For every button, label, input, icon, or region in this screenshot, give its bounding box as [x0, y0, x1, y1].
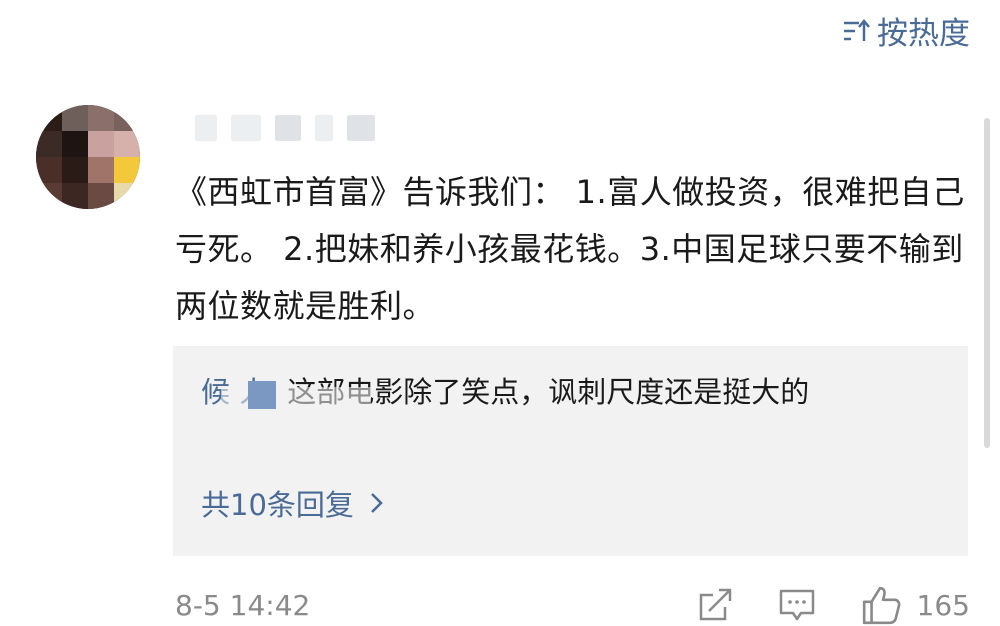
- chevron-right-icon: [371, 493, 383, 513]
- comment-timestamp: 8-5 14:42: [175, 588, 311, 622]
- comment-footer: 8-5 14:42 165: [175, 584, 970, 626]
- reply-preview[interactable]: 候 人: 这部电影除了笑点，讽刺尺度还是挺大的 共10条回复: [173, 346, 968, 556]
- thumbs-up-icon: [862, 586, 900, 625]
- sort-label: 按热度: [877, 16, 970, 52]
- reply-line: 候 人: 这部电影除了笑点，讽刺尺度还是挺大的: [201, 366, 941, 418]
- reply-count-label: 共10条回复: [201, 488, 354, 522]
- comment-text: 《西虹市首富》告诉我们： 1.富人做投资，很难把自己亏死。 2.把妹和养小孩最花…: [175, 173, 965, 325]
- reply-author[interactable]: 候 人: [201, 375, 371, 417]
- username-blurred[interactable]: [195, 112, 375, 144]
- sort-by-hot-button[interactable]: 按热度: [841, 8, 970, 53]
- view-all-replies-button[interactable]: 共10条回复: [201, 482, 384, 524]
- share-edit-icon[interactable]: [695, 585, 735, 625]
- scrollbar[interactable]: [984, 118, 990, 448]
- comment-actions: 165: [695, 584, 970, 626]
- avatar[interactable]: [36, 105, 140, 209]
- like-count: 165: [916, 588, 970, 622]
- like-button[interactable]: 165: [859, 584, 970, 626]
- comment-icon[interactable]: [777, 585, 817, 625]
- sort-icon: [844, 18, 870, 41]
